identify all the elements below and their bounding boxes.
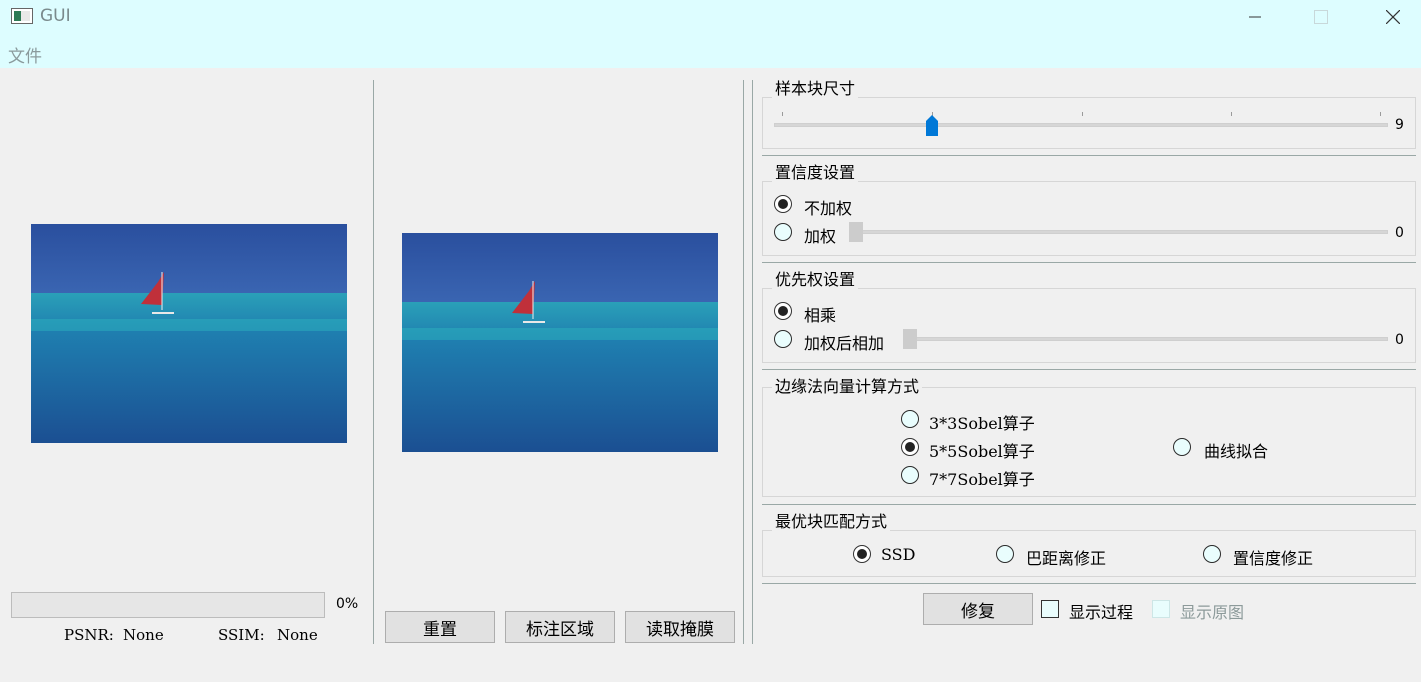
psnr-value: None — [123, 626, 164, 644]
matching-title: 最优块匹配方式 — [772, 513, 891, 531]
radio-sobel3-label: 3*3Sobel算子 — [929, 414, 1035, 433]
patch-size-title: 样本块尺寸 — [772, 80, 859, 98]
radio-curve-fit[interactable] — [1173, 438, 1191, 456]
radio-weight-label: 加权 — [804, 227, 837, 246]
section-divider — [762, 262, 1416, 263]
show-original-checkbox[interactable] — [1152, 600, 1170, 618]
radio-curve-fit-label: 曲线拟合 — [1204, 442, 1269, 461]
edge-normal-title: 边缘法向量计算方式 — [772, 378, 923, 396]
reset-button[interactable]: 重置 — [385, 611, 495, 643]
radio-sobel3[interactable] — [901, 410, 919, 428]
slider-tick — [782, 112, 783, 116]
radio-no-weight-label: 不加权 — [804, 199, 853, 218]
confidence-title: 置信度设置 — [772, 164, 859, 182]
confidence-group — [762, 181, 1416, 256]
radio-confidence-correction[interactable] — [1203, 545, 1221, 563]
radio-weighted-sum-label: 加权后相加 — [804, 334, 885, 353]
section-divider — [762, 155, 1416, 156]
radio-bhattacharyya-label: 巴距离修正 — [1026, 549, 1107, 568]
confidence-value: 0 — [1395, 225, 1404, 241]
progress-text: 0% — [336, 596, 359, 612]
radio-confidence-correction-label: 置信度修正 — [1233, 549, 1314, 568]
close-button[interactable] — [1370, 0, 1416, 34]
window-title: GUI — [40, 6, 71, 26]
maximize-button[interactable] — [1298, 0, 1344, 34]
ssim-label: SSIM: — [218, 626, 265, 644]
radio-multiply[interactable] — [774, 302, 792, 320]
radio-ssd-label: SSD — [881, 545, 916, 564]
radio-sobel7-label: 7*7Sobel算子 — [929, 470, 1035, 489]
menu-file[interactable]: 文件 — [8, 42, 42, 67]
mark-region-button[interactable]: 标注区域 — [505, 611, 615, 643]
radio-multiply-label: 相乘 — [804, 306, 837, 325]
menu-bar — [0, 36, 1421, 68]
edge-normal-group — [762, 387, 1416, 497]
radio-no-weight[interactable] — [774, 195, 792, 213]
section-divider — [762, 504, 1416, 505]
radio-sobel7[interactable] — [901, 466, 919, 484]
middle-divider-a — [743, 80, 744, 644]
original-image — [31, 224, 347, 443]
patch-size-slider[interactable] — [774, 123, 1388, 127]
load-mask-button[interactable]: 读取掩膜 — [625, 611, 735, 643]
radio-sobel5[interactable] — [901, 438, 919, 456]
slider-tick — [1380, 112, 1381, 116]
minimize-icon — [1249, 16, 1261, 18]
radio-weighted-sum[interactable] — [774, 330, 792, 348]
app-icon — [11, 8, 33, 24]
radio-bhattacharyya[interactable] — [996, 545, 1014, 563]
priority-title: 优先权设置 — [772, 271, 859, 289]
confidence-slider[interactable] — [850, 230, 1388, 234]
show-original-label: 显示原图 — [1180, 603, 1245, 622]
patch-size-value: 9 — [1395, 117, 1404, 133]
slider-tick — [1082, 112, 1083, 116]
ssim-value: None — [277, 626, 318, 644]
priority-slider[interactable] — [904, 337, 1388, 341]
left-divider — [373, 80, 374, 644]
repair-button[interactable]: 修复 — [923, 593, 1033, 625]
radio-ssd[interactable] — [853, 545, 871, 563]
priority-slider-handle[interactable] — [903, 329, 917, 349]
radio-sobel5-label: 5*5Sobel算子 — [929, 442, 1035, 461]
minimize-button[interactable] — [1232, 0, 1278, 34]
close-icon — [1386, 10, 1400, 24]
radio-weight[interactable] — [774, 223, 792, 241]
progress-bar — [11, 592, 325, 618]
show-process-checkbox[interactable] — [1041, 600, 1059, 618]
section-divider — [762, 369, 1416, 370]
priority-value: 0 — [1395, 332, 1404, 348]
processed-image — [402, 233, 718, 452]
middle-divider-b — [752, 80, 753, 644]
show-process-label: 显示过程 — [1069, 603, 1134, 622]
slider-tick — [1231, 112, 1232, 116]
confidence-slider-handle[interactable] — [849, 222, 863, 242]
patch-size-slider-handle[interactable] — [926, 115, 938, 140]
maximize-icon — [1314, 10, 1328, 24]
section-divider — [762, 583, 1416, 584]
title-bar — [0, 0, 1421, 36]
psnr-label: PSNR: — [64, 626, 114, 644]
